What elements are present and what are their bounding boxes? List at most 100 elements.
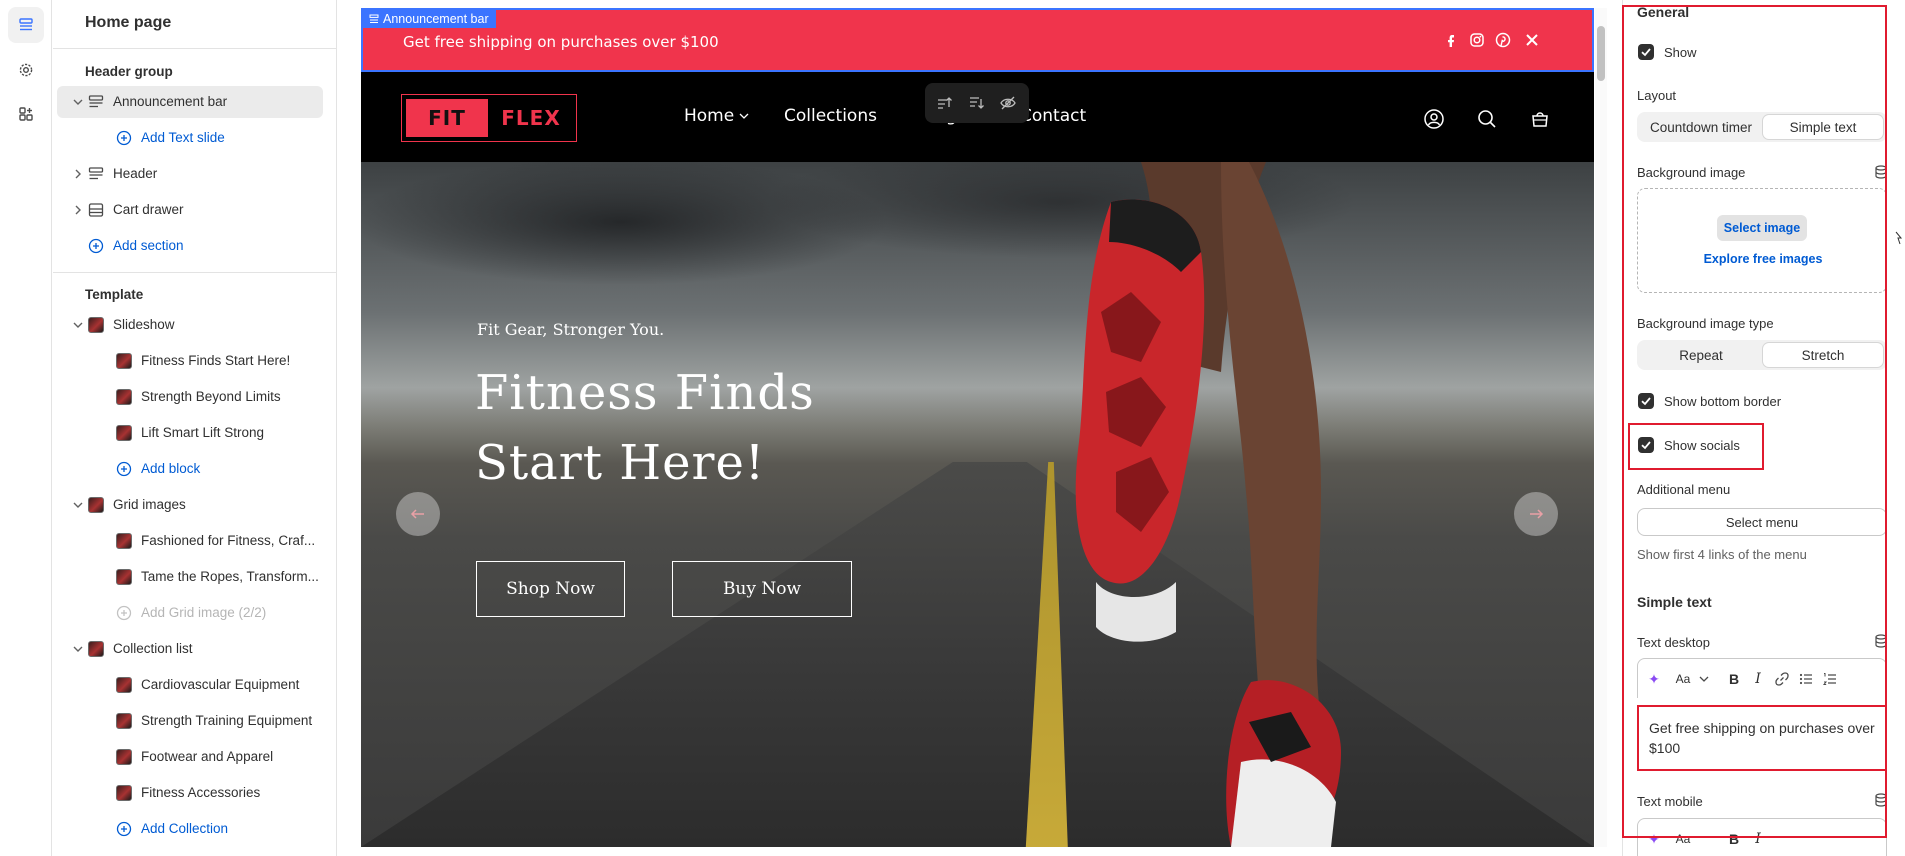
tree-item-label: Lift Smart Lift Strong	[141, 425, 265, 440]
select-image-button[interactable]: Select image	[1717, 215, 1807, 241]
numbered-list-icon[interactable]	[1822, 671, 1838, 687]
cart-icon[interactable]	[1529, 108, 1551, 130]
layout-countdown-timer[interactable]: Countdown timer	[1641, 115, 1761, 139]
move-up-icon[interactable]	[935, 94, 953, 112]
bold-icon[interactable]: B	[1726, 671, 1742, 687]
bullet-list-icon[interactable]	[1798, 671, 1814, 687]
tree-item-collection-list[interactable]: Collection list	[57, 633, 323, 665]
add-text-slide-button[interactable]: Add Text slide	[57, 122, 323, 154]
tree-item-announcement-bar[interactable]: Announcement bar	[57, 86, 323, 118]
sections-icon[interactable]	[8, 7, 44, 43]
move-down-icon[interactable]	[967, 94, 985, 112]
tree-item-header[interactable]: Header	[57, 158, 323, 190]
theme-settings-gear-icon[interactable]	[8, 52, 44, 88]
block-thumbnail	[116, 785, 132, 801]
buy-now-button[interactable]: Buy Now	[672, 561, 852, 617]
tree-item-label: Fitness Finds Start Here!	[141, 353, 291, 368]
prev-slide-button[interactable]	[396, 492, 440, 536]
tree-item-label: Add Text slide	[141, 130, 225, 145]
announcement-bar[interactable]: Announcement bar Get free shipping on pu…	[361, 8, 1594, 72]
store-logo[interactable]: FIT FLEX	[401, 94, 577, 142]
link-icon[interactable]	[1774, 671, 1790, 687]
tree-item-label: Add section	[113, 238, 184, 253]
close-icon[interactable]	[1523, 31, 1541, 49]
section-thumbnail	[88, 317, 104, 333]
tree-item-slide[interactable]: Lift Smart Lift Strong	[57, 417, 323, 449]
nav-home[interactable]: Home	[684, 106, 750, 126]
tree-item-grid-image[interactable]: Fashioned for Fitness, Craf...	[57, 525, 323, 557]
chevron-down-icon[interactable]	[1696, 671, 1712, 687]
scrollbar[interactable]	[336, 60, 337, 850]
sparkle-ai-icon[interactable]: ✦	[1646, 831, 1662, 847]
preview-scrollbar[interactable]	[1595, 8, 1607, 847]
chevron-right-icon[interactable]	[71, 167, 85, 181]
font-size-icon[interactable]: Aa	[1672, 831, 1694, 847]
bg-image-label: Background image	[1637, 165, 1746, 180]
dynamic-source-icon[interactable]	[1874, 793, 1888, 807]
bg-type-repeat[interactable]: Repeat	[1641, 343, 1761, 367]
explore-free-images-link[interactable]: Explore free images	[1638, 252, 1888, 266]
italic-icon[interactable]: I	[1750, 831, 1766, 847]
sections-panel: Home page Header group Announcement bar …	[53, 0, 337, 856]
search-icon[interactable]	[1476, 108, 1498, 130]
tree-item-cart-drawer[interactable]: Cart drawer	[57, 194, 323, 226]
chevron-down-icon[interactable]	[71, 95, 85, 109]
bg-type-stretch[interactable]: Stretch	[1763, 343, 1883, 367]
account-icon[interactable]	[1423, 108, 1445, 130]
template-label: Template	[85, 287, 144, 302]
select-menu-button[interactable]: Select menu	[1637, 508, 1887, 536]
cursor-icon	[1895, 231, 1903, 245]
apps-icon[interactable]	[8, 96, 44, 132]
dynamic-source-icon[interactable]	[1874, 165, 1888, 179]
sparkle-ai-icon[interactable]: ✦	[1646, 671, 1662, 687]
show-socials-checkbox[interactable]	[1638, 437, 1654, 453]
add-collection-button[interactable]: Add Collection	[57, 813, 323, 845]
runner-image	[1075, 162, 1341, 847]
general-heading: General	[1637, 4, 1690, 20]
tree-item-grid-image[interactable]: Tame the Ropes, Transform...	[57, 561, 323, 593]
nav-label: Home	[684, 106, 735, 126]
tree-item-collection[interactable]: Footwear and Apparel	[57, 741, 323, 773]
nav-contact[interactable]: Contact	[1020, 106, 1086, 126]
nav-collections[interactable]: Collections	[784, 106, 877, 126]
nav-label: Collections	[784, 106, 877, 126]
instagram-icon[interactable]	[1468, 31, 1486, 49]
section-toolbar	[925, 83, 1029, 123]
show-bottom-border-checkbox[interactable]	[1638, 393, 1654, 409]
block-thumbnail	[116, 353, 132, 369]
tree-item-slide[interactable]: Fitness Finds Start Here!	[57, 345, 323, 377]
image-dropzone[interactable]: Select image Explore free images	[1637, 188, 1887, 293]
section-icon	[88, 95, 104, 108]
tree-item-grid-images[interactable]: Grid images	[57, 489, 323, 521]
shop-now-button[interactable]: Shop Now	[476, 561, 625, 617]
add-block-button[interactable]: Add block	[57, 453, 323, 485]
layout-simple-text[interactable]: Simple text	[1763, 115, 1883, 139]
text-desktop-editor[interactable]: Get free shipping on purchases over $100	[1637, 705, 1887, 771]
pinterest-icon[interactable]	[1494, 31, 1512, 49]
tree-item-collection[interactable]: Cardiovascular Equipment	[57, 669, 323, 701]
tree-item-label: Footwear and Apparel	[141, 749, 274, 764]
hide-eye-icon[interactable]	[999, 94, 1017, 112]
chevron-down-icon[interactable]	[71, 498, 85, 512]
tree-item-slide[interactable]: Strength Beyond Limits	[57, 381, 323, 413]
dynamic-source-icon[interactable]	[1874, 634, 1888, 648]
bold-icon[interactable]: B	[1726, 831, 1742, 847]
scrollbar-thumb[interactable]	[1597, 26, 1605, 81]
italic-icon[interactable]: I	[1750, 671, 1766, 687]
chevron-down-icon[interactable]	[71, 642, 85, 656]
tree-item-label: Strength Training Equipment	[141, 713, 313, 728]
font-size-icon[interactable]: Aa	[1672, 671, 1694, 687]
checkmark-icon	[1641, 48, 1651, 57]
show-checkbox[interactable]	[1638, 44, 1654, 60]
chevron-right-icon[interactable]	[71, 203, 85, 217]
facebook-icon[interactable]	[1442, 31, 1460, 49]
simple-text-heading: Simple text	[1637, 594, 1712, 610]
tree-item-slideshow[interactable]: Slideshow	[57, 309, 323, 341]
tree-item-collection[interactable]: Fitness Accessories	[57, 777, 323, 809]
show-bottom-border-label: Show bottom border	[1664, 394, 1782, 409]
add-section-button[interactable]: Add section	[57, 230, 323, 262]
next-slide-button[interactable]	[1514, 492, 1558, 536]
tree-item-collection[interactable]: Strength Training Equipment	[57, 705, 323, 737]
settings-panel: General Show Layout Countdown timer Simp…	[1622, 0, 1905, 856]
chevron-down-icon[interactable]	[71, 318, 85, 332]
